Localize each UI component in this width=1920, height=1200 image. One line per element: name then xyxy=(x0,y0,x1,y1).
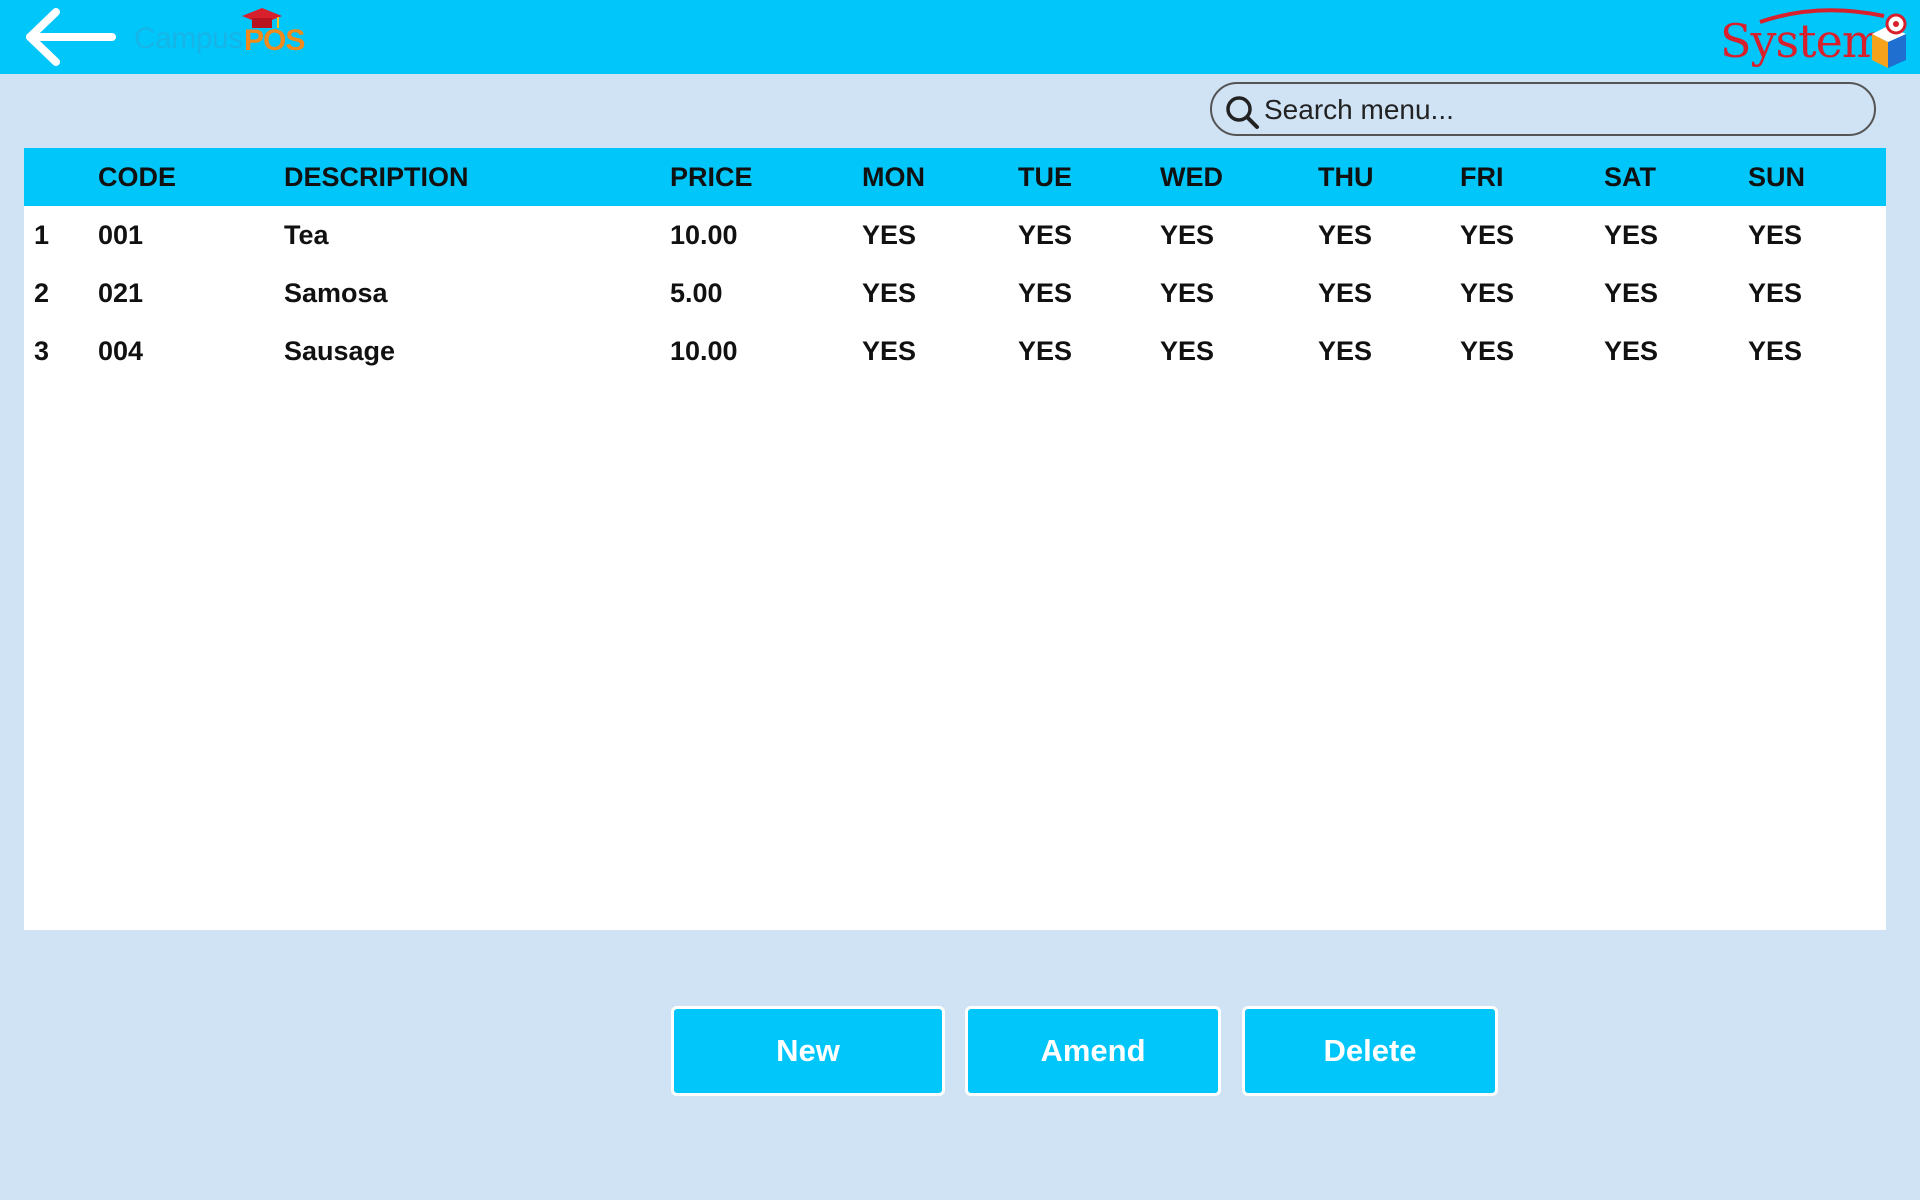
tue-cell: YES xyxy=(1018,335,1073,366)
fri-cell: YES xyxy=(1460,335,1515,366)
column-header-wed[interactable]: WED xyxy=(1160,148,1318,206)
cube-logo-icon xyxy=(1872,13,1907,68)
column-header-sat[interactable]: SAT xyxy=(1604,148,1748,206)
code-cell: 021 xyxy=(98,277,144,308)
fri-cell: YES xyxy=(1460,277,1515,308)
search-icon xyxy=(1226,96,1259,129)
sun-cell: YES xyxy=(1748,219,1803,250)
description-cell: Sausage xyxy=(284,335,396,366)
fri-cell: YES xyxy=(1460,219,1515,250)
sun-cell: YES xyxy=(1748,335,1803,366)
systemne-logo: System xyxy=(1718,4,1912,72)
code-cell: 001 xyxy=(98,219,144,250)
thu-cell: YES xyxy=(1318,277,1373,308)
column-header-thu[interactable]: THU xyxy=(1318,148,1460,206)
arrow-left-icon xyxy=(26,8,116,66)
sat-cell: YES xyxy=(1604,219,1659,250)
amend-button[interactable]: Amend xyxy=(965,1006,1221,1096)
code-cell: 004 xyxy=(98,335,144,366)
row-index-cell: 1 xyxy=(34,219,50,250)
row-index-cell: 2 xyxy=(34,277,50,308)
column-header-description[interactable]: DESCRIPTION xyxy=(284,148,670,206)
top-bar: Campus POS System xyxy=(0,0,1920,74)
menu-table: CODE DESCRIPTION PRICE MON TUE WED THU F… xyxy=(24,148,1886,380)
thu-cell: YES xyxy=(1318,335,1373,366)
wed-cell: YES xyxy=(1160,335,1215,366)
description-cell: Samosa xyxy=(284,277,388,308)
pos-logo-text: POS xyxy=(244,24,305,57)
campus-logo-text: Campus xyxy=(134,22,243,55)
column-header-index xyxy=(24,148,98,206)
column-header-fri[interactable]: FRI xyxy=(1460,148,1604,206)
column-header-code[interactable]: CODE xyxy=(98,148,284,206)
column-header-tue[interactable]: TUE xyxy=(1018,148,1160,206)
back-button[interactable] xyxy=(20,6,116,68)
table-row[interactable]: 1 001 Tea 10.00 YES YES YES YES YES YES … xyxy=(24,206,1886,264)
row-index-cell: 3 xyxy=(34,335,50,366)
sat-cell: YES xyxy=(1604,277,1659,308)
column-header-sun[interactable]: SUN xyxy=(1748,148,1886,206)
sat-cell: YES xyxy=(1604,335,1659,366)
delete-button[interactable]: Delete xyxy=(1242,1006,1498,1096)
mon-cell: YES xyxy=(862,335,917,366)
search-box[interactable] xyxy=(1210,82,1876,136)
menu-table-panel: CODE DESCRIPTION PRICE MON TUE WED THU F… xyxy=(24,148,1886,930)
table-row[interactable]: 3 004 Sausage 10.00 YES YES YES YES YES … xyxy=(24,322,1886,380)
wed-cell: YES xyxy=(1160,277,1215,308)
description-cell: Tea xyxy=(284,219,329,250)
column-header-mon[interactable]: MON xyxy=(862,148,1018,206)
price-cell: 5.00 xyxy=(670,277,723,308)
table-header-row: CODE DESCRIPTION PRICE MON TUE WED THU F… xyxy=(24,148,1886,206)
campuspos-logo: Campus POS xyxy=(132,6,316,68)
thu-cell: YES xyxy=(1318,219,1373,250)
mon-cell: YES xyxy=(862,219,917,250)
price-cell: 10.00 xyxy=(670,335,738,366)
mon-cell: YES xyxy=(862,277,917,308)
sun-cell: YES xyxy=(1748,277,1803,308)
table-row[interactable]: 2 021 Samosa 5.00 YES YES YES YES YES YE… xyxy=(24,264,1886,322)
wed-cell: YES xyxy=(1160,219,1215,250)
tue-cell: YES xyxy=(1018,219,1073,250)
tue-cell: YES xyxy=(1018,277,1073,308)
action-bar: New Amend Delete xyxy=(0,1006,1920,1098)
new-button[interactable]: New xyxy=(671,1006,945,1096)
column-header-price[interactable]: PRICE xyxy=(670,148,862,206)
system-logo-text: System xyxy=(1720,14,1885,68)
search-input[interactable] xyxy=(1262,90,1856,130)
price-cell: 10.00 xyxy=(670,219,738,250)
